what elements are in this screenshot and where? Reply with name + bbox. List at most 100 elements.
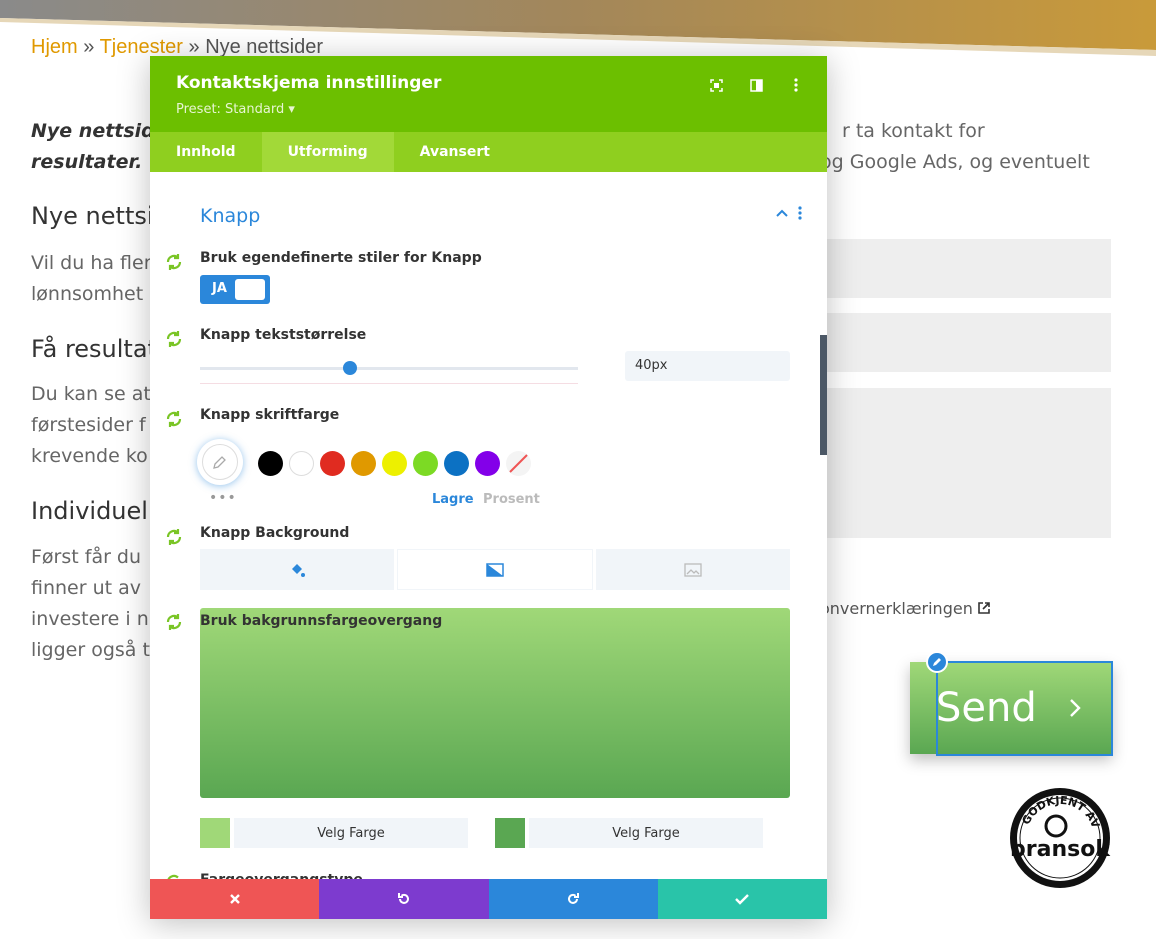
eyedropper-icon [213, 456, 226, 469]
modal-header: Kontaktskjema innstillinger Preset: Stan… [150, 56, 827, 132]
para-1a: Vil du ha fler [31, 252, 152, 274]
gradient-icon [486, 562, 504, 577]
font-size-slider-thumb[interactable] [343, 361, 357, 375]
fullscreen-icon[interactable] [707, 76, 725, 94]
discard-button[interactable] [150, 879, 320, 919]
undo-button[interactable] [319, 879, 489, 919]
heading-3: Individuel [31, 497, 148, 525]
sync-icon[interactable] [164, 527, 184, 547]
redo-icon [568, 893, 580, 904]
custom-styles-toggle[interactable]: JA [200, 275, 270, 304]
section-more-icon[interactable] [798, 206, 802, 220]
heading-2: Få resultat [31, 335, 157, 363]
option-label-font-color: Knapp skriftfarge [200, 407, 340, 423]
option-label-background: Knapp Background [200, 525, 350, 541]
contact-field-message[interactable] [820, 388, 1111, 538]
preset-label: Preset: Standard [176, 102, 285, 117]
sync-icon[interactable] [164, 872, 184, 879]
swatch-blue[interactable] [444, 451, 469, 476]
option-label-gradient-type: Fargeovergangstype [200, 872, 363, 879]
para-3b: finner ut av [31, 577, 142, 599]
tab-utforming[interactable]: Utforming [261, 132, 394, 172]
sync-icon[interactable] [164, 252, 184, 272]
tab-innhold[interactable]: Innhold [150, 132, 262, 172]
settings-modal: Kontaktskjema innstillinger Preset: Stan… [150, 56, 827, 919]
modal-scrollbar[interactable] [820, 335, 827, 455]
swatch-black[interactable] [258, 451, 283, 476]
swatch-purple[interactable] [475, 451, 500, 476]
more-options-icon[interactable] [787, 76, 805, 94]
split-view-icon[interactable] [747, 76, 765, 94]
no-color-icon [509, 454, 528, 473]
check-icon [735, 894, 750, 905]
tab-saved-colors[interactable]: Lagre [432, 492, 474, 507]
intro-text-a2: resultater. [31, 151, 143, 173]
image-icon [684, 562, 702, 577]
option-label-gradient: Bruk bakgrunnsfargeovergang [200, 613, 443, 629]
bg-tab-gradient[interactable] [397, 549, 593, 590]
para-3c: investere i n [31, 608, 149, 630]
preset-dropdown[interactable]: Preset: Standard ▾ [176, 102, 295, 117]
privacy-link-text[interactable]: onvernerklæringen [820, 599, 973, 618]
undo-icon [397, 893, 409, 904]
option-label-custom-styles: Bruk egendefinerte stiler for Knapp [200, 250, 482, 266]
para-2c: krevende ko [31, 445, 148, 467]
page: Hjem » Tjenester » Nye nettsider Nye net… [0, 0, 1156, 939]
modal-body: Knapp Bruk egendefinerte stiler for Knap… [150, 172, 827, 879]
contact-field-name[interactable] [820, 239, 1111, 298]
swatch-green[interactable] [413, 451, 438, 476]
gradient-preview[interactable]: Bruk bakgrunnsfargeovergang [200, 608, 790, 798]
breadcrumb-services[interactable]: Tjenester [100, 36, 183, 58]
swatch-red[interactable] [320, 451, 345, 476]
contact-field-email[interactable] [820, 313, 1111, 372]
font-size-slider-track[interactable] [200, 367, 578, 370]
pick-start-color-button[interactable]: Velg Farge [234, 818, 468, 848]
close-icon [229, 894, 240, 904]
sync-icon[interactable] [164, 409, 184, 429]
modal-footer [150, 879, 827, 919]
sync-icon[interactable] [164, 329, 184, 349]
breadcrumb-current: Nye nettsider [205, 36, 324, 58]
breadcrumb-separator: » [83, 36, 100, 58]
godkjent-badge-logo: GODKJENT AV bransok [1010, 788, 1111, 888]
pick-end-color-button[interactable]: Velg Farge [529, 818, 763, 848]
intro-text-b1: r ta kontakt for [842, 120, 985, 142]
toggle-label: JA [212, 281, 227, 296]
modal-tabs: Innhold Utforming Avansert [150, 132, 827, 172]
paint-bucket-icon [292, 563, 305, 577]
swatch-none[interactable] [506, 451, 531, 476]
background-type-tabs [200, 549, 790, 590]
edit-pencil-icon[interactable] [926, 651, 948, 673]
para-2a: Du kan se at [31, 383, 151, 405]
bg-tab-image[interactable] [596, 549, 790, 590]
para-1b: lønnsomhet [31, 283, 144, 305]
font-size-input[interactable]: 40px [625, 351, 790, 381]
redo-button[interactable] [488, 879, 658, 919]
badge-brand-text: bransok [1010, 837, 1111, 862]
save-button[interactable] [657, 879, 827, 919]
external-link-icon [978, 602, 990, 614]
swatch-yellow[interactable] [382, 451, 407, 476]
sync-icon[interactable] [164, 612, 184, 632]
color-picker-button[interactable] [197, 439, 243, 485]
heading-1: Nye nettsi [31, 202, 154, 230]
breadcrumb-separator: » [188, 36, 206, 58]
para-3a: Først får du [31, 546, 142, 568]
breadcrumb-home[interactable]: Hjem [31, 36, 78, 58]
intro-text-b2: og Google Ads, og eventuelt [820, 151, 1090, 173]
option-label-font-size: Knapp tekststørrelse [200, 327, 367, 343]
send-selection-outline [936, 661, 1113, 756]
tab-percent[interactable]: Prosent [483, 492, 540, 507]
toggle-knob [235, 279, 265, 300]
gradient-start-swatch[interactable] [200, 818, 230, 848]
bg-tab-color[interactable] [200, 549, 394, 590]
more-colors-icon[interactable]: ••• [209, 490, 237, 506]
gradient-end-swatch[interactable] [495, 818, 525, 848]
privacy-link[interactable]: onvernerklæringen [820, 599, 990, 618]
section-title[interactable]: Knapp [200, 205, 260, 227]
para-2b: førstesider f [31, 414, 146, 436]
tab-avansert[interactable]: Avansert [394, 132, 516, 172]
swatch-white[interactable] [289, 451, 314, 476]
swatch-orange[interactable] [351, 451, 376, 476]
chevron-up-icon[interactable] [775, 208, 789, 218]
